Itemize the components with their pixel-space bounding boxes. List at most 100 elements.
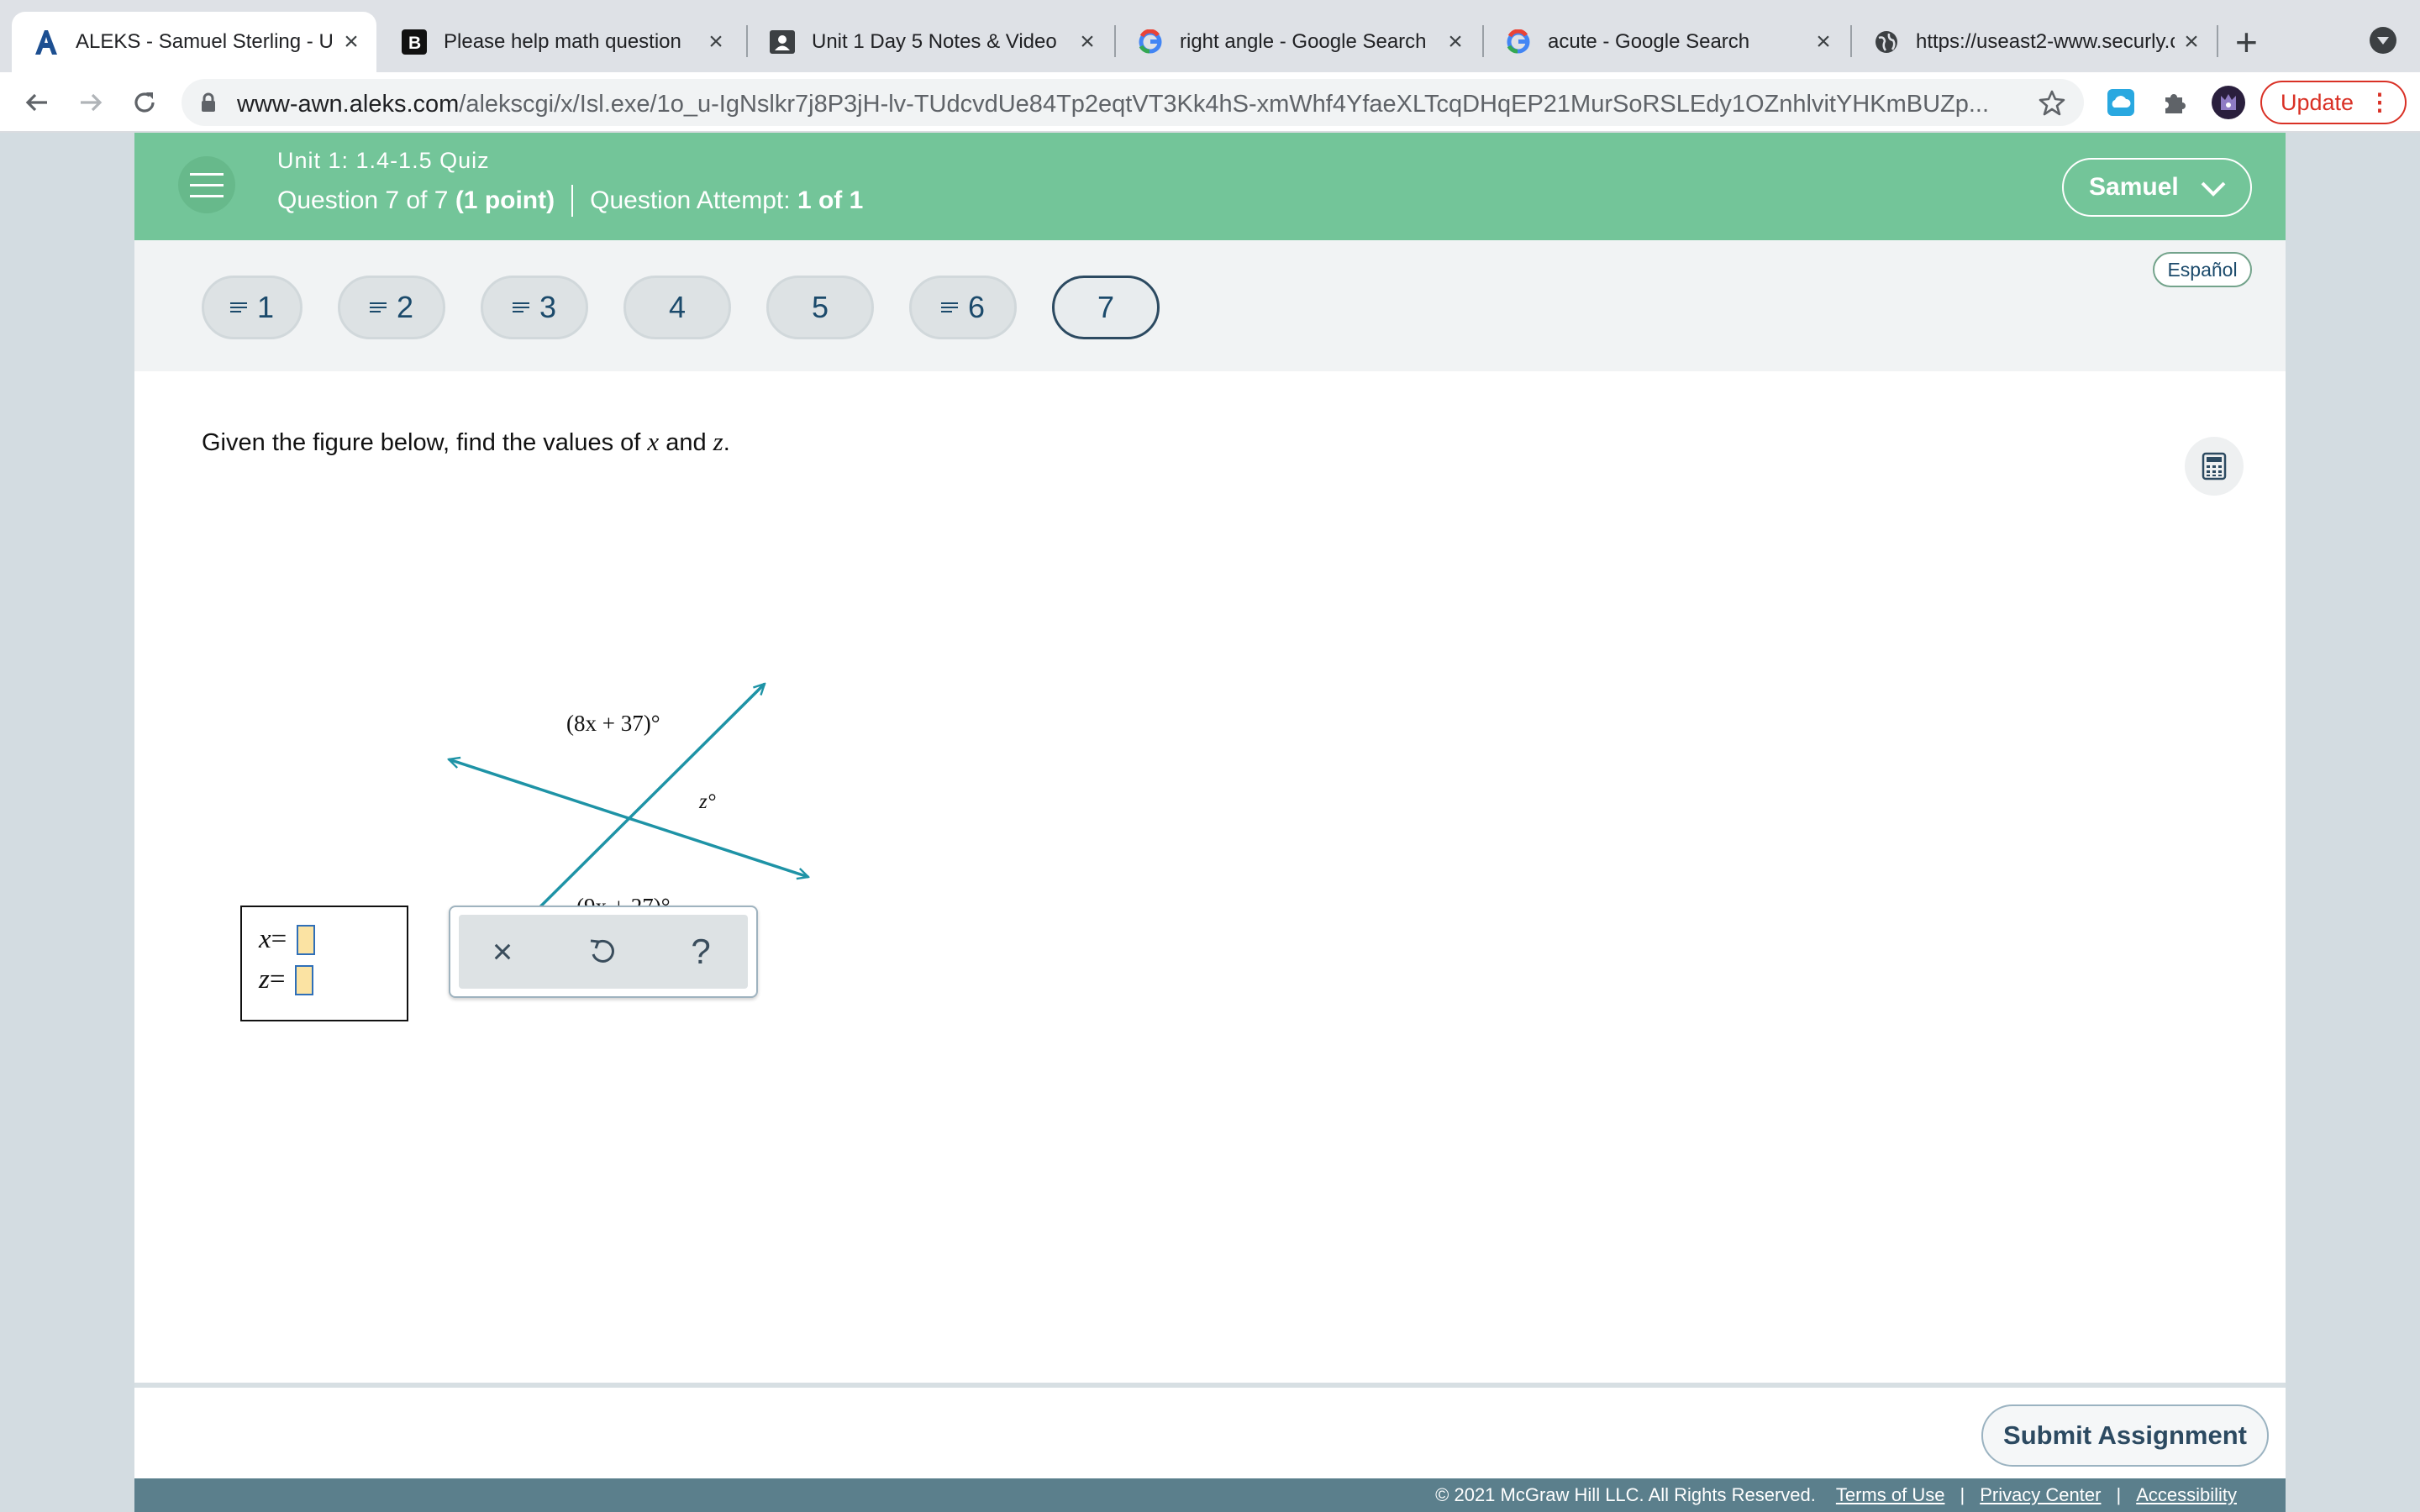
user-menu-button[interactable]: Samuel [2062, 158, 2252, 217]
quiz-header: Unit 1: 1.4-1.5 Quiz Question 7 of 7 (1 … [134, 133, 2286, 240]
angle-label-top: (8x + 37)° [566, 711, 660, 736]
question-points: (1 point) [455, 186, 555, 214]
privacy-center-link[interactable]: Privacy Center [1980, 1484, 2101, 1506]
url-text: www-awn.aleks.com/alekscgi/x/Isl.exe/1o_… [237, 91, 1993, 118]
tab-aleks[interactable]: ALEKS - Samuel Sterling - Unit × [12, 12, 376, 72]
brainly-b-icon: B [400, 28, 429, 56]
undo-icon[interactable] [575, 927, 629, 977]
question-navigation: 1 2 3 4 5 6 7 Español [134, 240, 2286, 371]
question-number: 6 [967, 290, 986, 324]
submit-assignment-button[interactable]: Submit Assignment [1981, 1404, 2269, 1467]
question-number: 3 [539, 290, 557, 324]
question-info: Question 7 of 7 (1 point) Question Attem… [277, 185, 863, 217]
tab-title: ALEKS - Samuel Sterling - Unit [76, 30, 334, 53]
tab-google-right-angle[interactable]: right angle - Google Search × [1116, 12, 1481, 72]
answered-lines-icon [512, 302, 529, 312]
calculator-icon[interactable] [2185, 437, 2244, 496]
google-g-icon [1504, 28, 1533, 56]
more-menu-icon: ⋮ [2368, 89, 2391, 115]
question-prompt: Given the figure below, find the values … [202, 427, 730, 457]
svg-text:B: B [408, 34, 421, 53]
question-7-button[interactable]: 7 [1052, 276, 1160, 339]
question-number: 2 [396, 290, 414, 324]
tab-securly[interactable]: https://useast2-www.securly.com × [1852, 12, 2217, 72]
profile-avatar[interactable] [2210, 84, 2247, 121]
x-label: x [259, 924, 271, 954]
classroom-icon [768, 28, 797, 56]
google-g-icon [1136, 28, 1165, 56]
close-tab-icon[interactable]: × [1439, 28, 1472, 56]
answer-box: x = z = [240, 906, 408, 1021]
question-6-button[interactable]: 6 [909, 276, 1017, 339]
z-answer-row: z = [259, 964, 314, 995]
attempt-value: 1 of 1 [797, 186, 864, 214]
question-3-button[interactable]: 3 [481, 276, 588, 339]
answered-lines-icon [940, 302, 958, 312]
quiz-title: Unit 1: 1.4-1.5 Quiz [277, 148, 490, 173]
update-label: Update [2281, 89, 2354, 115]
bookmark-star-icon[interactable] [2039, 89, 2065, 120]
attempt-label: Question Attempt: [590, 186, 791, 214]
back-button[interactable] [17, 82, 57, 123]
answer-tools: × ? [449, 906, 758, 998]
chevron-down-icon [2201, 181, 2226, 197]
z-label: z [259, 964, 270, 995]
accessibility-link[interactable]: Accessibility [2136, 1484, 2237, 1506]
question-4-button[interactable]: 4 [623, 276, 731, 339]
help-button[interactable]: ? [674, 927, 728, 977]
question-2-button[interactable]: 2 [338, 276, 445, 339]
tab-title: Please help math question [444, 30, 681, 53]
update-button[interactable]: Update ⋮ [2260, 81, 2407, 124]
forward-button[interactable] [71, 82, 111, 123]
url-host: www-awn.aleks.com [237, 91, 460, 118]
question-number: 7 [1097, 290, 1115, 324]
equals-sign: = [271, 924, 287, 954]
question-number: 5 [811, 290, 829, 324]
browser-tab-bar: ALEKS - Samuel Sterling - Unit × B Pleas… [0, 0, 2420, 72]
x-input[interactable] [297, 924, 316, 955]
terms-of-use-link[interactable]: Terms of Use [1836, 1484, 1945, 1506]
aleks-page: Unit 1: 1.4-1.5 Quiz Question 7 of 7 (1 … [134, 133, 2286, 1512]
tab-brainly[interactable]: B Please help math question × [380, 12, 741, 72]
close-tab-icon[interactable]: × [2175, 28, 2208, 56]
divider [571, 185, 574, 217]
url-path: /alekscgi/x/Isl.exe/1o_u-IgNslkr7j8P3jH-… [459, 91, 1990, 118]
prompt-variable-x: x [647, 427, 660, 456]
menu-hamburger-icon[interactable] [178, 156, 235, 213]
x-answer-row: x = [259, 924, 316, 955]
close-tab-icon[interactable]: × [699, 28, 733, 56]
clear-button[interactable]: × [476, 927, 529, 977]
question-1-button[interactable]: 1 [202, 276, 302, 339]
user-name: Samuel [2089, 173, 2179, 201]
tab-title: https://useast2-www.securly.com [1916, 30, 2175, 53]
z-input[interactable] [295, 964, 314, 995]
aleks-a-icon [32, 28, 60, 56]
prompt-text: . [723, 429, 730, 456]
footer-separator: | [1960, 1484, 1965, 1505]
prompt-text: Given the figure below, find the values … [202, 429, 648, 456]
tab-title: acute - Google Search [1548, 30, 1750, 53]
prompt-text: and [659, 429, 713, 456]
tab-classroom[interactable]: Unit 1 Day 5 Notes & Video × [748, 12, 1113, 72]
footer: © 2021 McGraw Hill LLC. All Rights Reser… [134, 1478, 2286, 1512]
answered-lines-icon [229, 302, 247, 312]
footer-separator: | [2116, 1484, 2122, 1505]
cloud-extension-icon[interactable] [2102, 84, 2139, 121]
question-5-button[interactable]: 5 [766, 276, 874, 339]
footer-divider [134, 1383, 2286, 1388]
tab-title: Unit 1 Day 5 Notes & Video [812, 30, 1057, 53]
extensions-puzzle-icon[interactable] [2156, 84, 2193, 121]
close-tab-icon[interactable]: × [1071, 28, 1104, 56]
espanol-button[interactable]: Español [2153, 252, 2252, 287]
tools-panel: × ? [459, 915, 748, 989]
close-tab-icon[interactable]: × [334, 28, 368, 56]
lock-icon [200, 92, 217, 117]
tab-search-icon[interactable] [2370, 27, 2396, 54]
close-tab-icon[interactable]: × [1807, 28, 1840, 56]
reload-button[interactable] [124, 82, 165, 123]
new-tab-button[interactable]: + [2235, 18, 2258, 66]
tab-title: right angle - Google Search [1180, 30, 1427, 53]
question-number: 4 [668, 290, 687, 324]
address-bar[interactable]: www-awn.aleks.com/alekscgi/x/Isl.exe/1o_… [182, 79, 2084, 126]
tab-google-acute[interactable]: acute - Google Search × [1484, 12, 1849, 72]
